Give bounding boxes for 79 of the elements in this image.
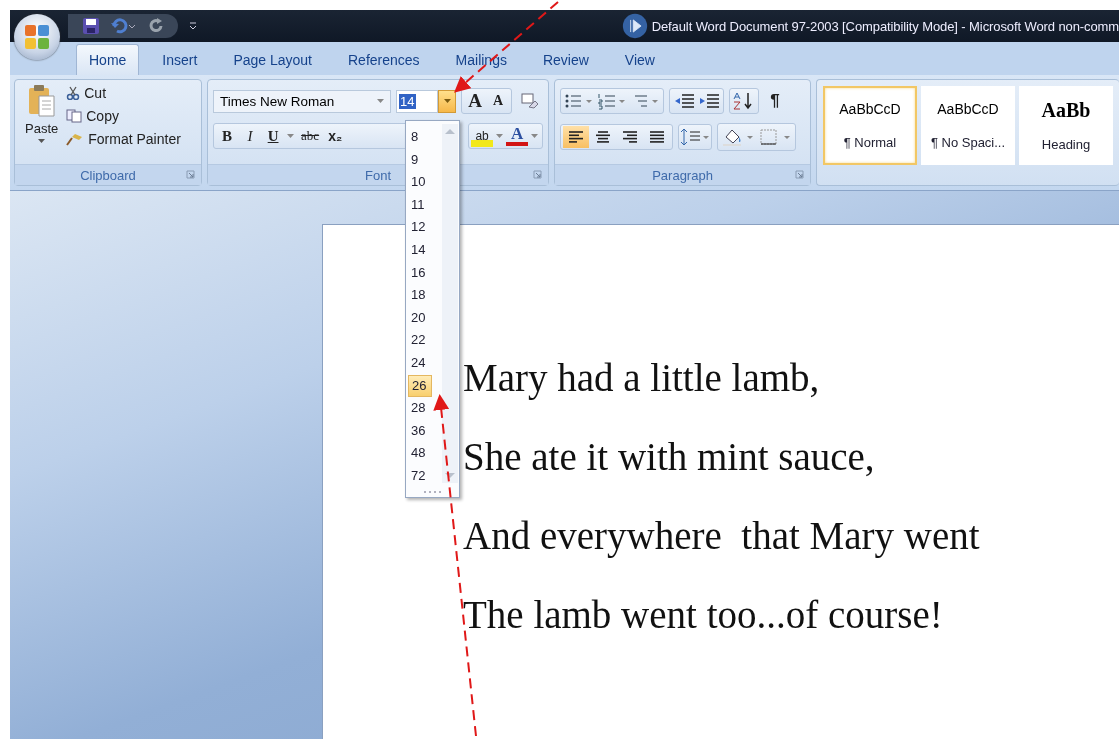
ribbon-tab[interactable]: Insert [149,44,211,75]
align-button[interactable] [563,126,590,148]
align-icon [622,130,639,144]
dialog-launcher-icon[interactable] [186,170,196,179]
copy-button[interactable]: Copy [64,107,183,125]
caret-icon[interactable] [531,134,539,138]
menu-item[interactable]: 72 [408,464,432,488]
document-text-line: Mary had a little lamb, [463,355,821,401]
menu-item[interactable]: 24 [408,351,432,375]
caret-icon[interactable] [496,134,504,138]
sort-icon[interactable] [729,88,760,114]
shrink-font-button[interactable]: A [487,90,510,112]
cut-button[interactable]: Cut [64,84,183,102]
resize-grip-icon[interactable] [422,490,442,494]
ribbon-tab[interactable]: View [611,44,668,75]
menu-item[interactable]: 26 [408,374,432,398]
menu-item[interactable]: 11 [408,193,432,217]
menu-item[interactable]: 28 [408,397,432,420]
group-label: Clipboard [80,167,136,183]
strikethrough-button[interactable]: abc [297,125,324,147]
ribbon-tab[interactable]: Mailings [442,44,520,75]
font-size-dropdown-button[interactable] [438,89,457,113]
menu-item[interactable]: 9 [408,148,432,172]
align-icon [595,130,612,144]
menu-item[interactable]: 48 [408,442,432,465]
paste-button[interactable]: Paste [19,84,65,160]
caret-icon [443,99,451,103]
bold-button[interactable]: B [216,125,239,147]
style-item[interactable]: AaBb Heading [1019,86,1113,165]
underline-button[interactable]: U [262,125,285,147]
copy-icon [66,109,83,123]
customize-caret-icon[interactable] [188,21,198,31]
format-painter-button[interactable]: Format Painter [64,130,183,148]
caret-icon[interactable] [287,134,295,138]
document-text-line: The lamb went too...of course! [463,592,944,638]
menu-item[interactable]: 20 [408,306,432,330]
office-logo-icon [22,22,52,52]
align-icon [568,130,585,144]
ribbon-tab[interactable]: References [335,44,433,75]
menu-item[interactable]: 16 [408,261,432,285]
menu-item[interactable]: 12 [408,216,432,239]
menu-item[interactable]: 14 [408,238,432,262]
menu-item[interactable]: 22 [408,329,432,352]
align-icon [649,130,666,144]
italic-button[interactable]: I [239,125,262,147]
undo-icon[interactable] [110,17,138,35]
play-icon [621,13,648,39]
subscript-button[interactable]: x₂ [324,125,347,147]
menu-item[interactable]: 36 [408,419,432,443]
document-text-line: She ate it with mint sauce, [463,434,876,480]
dialog-launcher-icon[interactable] [533,170,543,179]
clipboard-icon [26,84,57,118]
show-formatting-button[interactable]: ¶ [764,89,787,113]
save-icon[interactable] [82,17,100,35]
line-spacing-icon[interactable] [678,124,713,150]
menu-item[interactable]: 18 [408,284,432,307]
menu-item[interactable]: 8 [408,126,432,149]
group-label: Font [365,167,392,183]
style-item[interactable]: AaBbCcD ¶ No Spaci... [921,86,1015,165]
ribbon-tab[interactable]: Review [529,44,602,75]
font-name-field[interactable]: Times New Roman [213,89,392,113]
paintbrush-icon [66,132,85,146]
ribbon-tab[interactable]: Page Layout [220,44,325,75]
style-item[interactable]: AaBbCcD ¶ Normal [823,86,917,165]
ribbon-tab[interactable]: Home [76,44,140,75]
eraser-icon [521,93,540,109]
font-size-field[interactable]: 14 [396,89,439,113]
scissors-icon [66,86,81,100]
document-text-line: And everywhere that Mary went [463,513,981,559]
font-color-button[interactable]: A [506,126,529,146]
grow-font-button[interactable]: A [464,90,487,112]
caret-icon [377,99,385,103]
dialog-launcher-icon[interactable] [795,170,804,179]
menu-item[interactable]: 10 [408,171,432,194]
caret-icon [38,139,46,143]
office-button[interactable] [14,14,60,60]
group-label: Paragraph [652,167,713,183]
window-title: Default Word Document 97-2003 [Compatibility Mode] - Microsoft Word non-comm [651,18,1119,34]
scroll-down-icon[interactable] [444,472,456,480]
